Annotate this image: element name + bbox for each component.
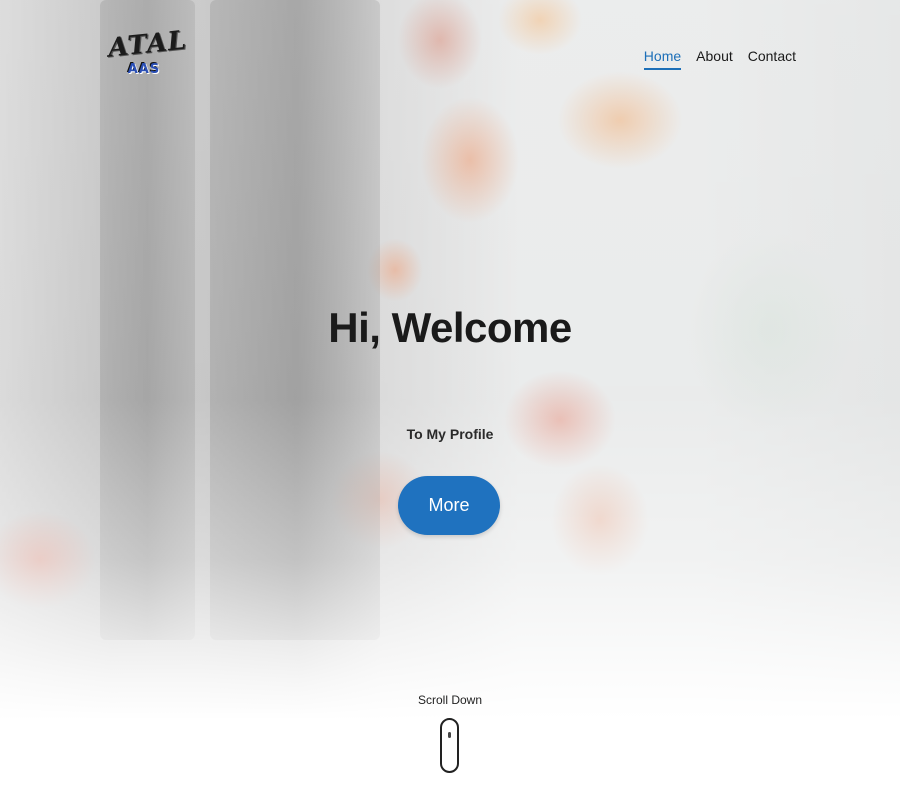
logo-wordmark: ATAL <box>106 25 189 64</box>
hero-fade-overlay <box>0 0 900 800</box>
site-logo[interactable]: ATAL AAS <box>107 25 189 86</box>
site-header: ATAL AAS Home About Contact <box>0 0 900 110</box>
main-nav: Home About Contact <box>643 48 796 70</box>
hero-subtitle: To My Profile <box>406 426 494 442</box>
nav-about-link[interactable]: About <box>696 48 733 70</box>
nav-contact-link[interactable]: Contact <box>748 48 796 70</box>
nav-home-link[interactable]: Home <box>643 48 682 70</box>
logo-subtext: AAS <box>127 62 161 77</box>
scroll-down-label: Scroll Down <box>417 693 483 707</box>
more-button[interactable]: More <box>398 476 500 535</box>
scroll-mouse-icon[interactable] <box>440 718 459 773</box>
hero-title: Hi, Welcome <box>328 304 572 351</box>
mouse-wheel-icon <box>448 732 451 738</box>
